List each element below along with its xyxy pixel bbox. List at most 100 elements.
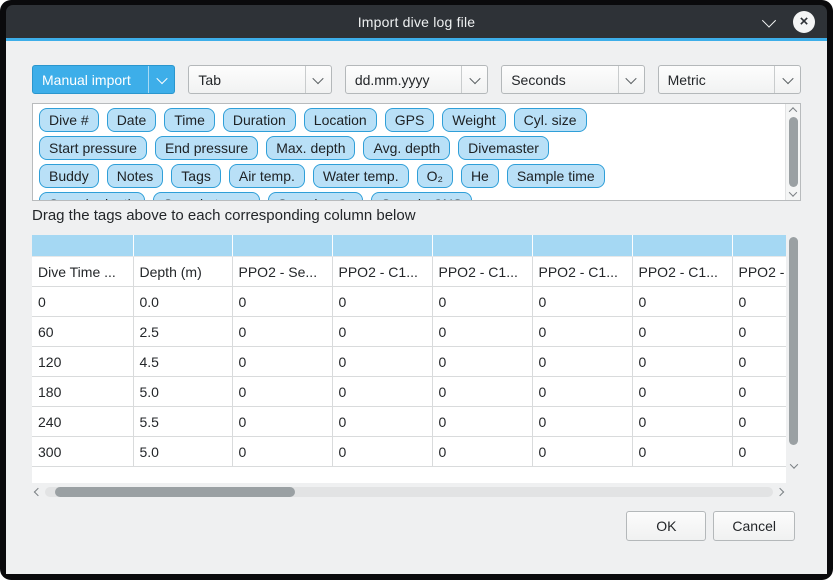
table-cell: 0 bbox=[432, 347, 532, 377]
tag-weight[interactable]: Weight bbox=[442, 108, 505, 132]
scrollbar-thumb[interactable] bbox=[789, 237, 798, 445]
dialog-buttons: OK Cancel bbox=[626, 511, 795, 541]
tag-notes[interactable]: Notes bbox=[107, 164, 164, 188]
table-header-row: Dive Time ...Depth (m)PPO2 - Se...PPO2 -… bbox=[32, 257, 786, 287]
titlebar[interactable]: Import dive log file × bbox=[6, 5, 827, 38]
table-cell: 0 bbox=[232, 437, 332, 467]
tag-duration[interactable]: Duration bbox=[223, 108, 296, 132]
drop-cell[interactable] bbox=[632, 235, 732, 257]
tag-water-temp[interactable]: Water temp. bbox=[313, 164, 409, 188]
scroll-down-icon[interactable] bbox=[789, 460, 797, 468]
drop-cell[interactable] bbox=[232, 235, 332, 257]
ok-button[interactable]: OK bbox=[626, 511, 706, 541]
dialog-window: Import dive log file × Manual import Tab d… bbox=[0, 0, 833, 580]
scroll-up-icon[interactable] bbox=[789, 107, 797, 115]
tag-sample-temp[interactable]: Sample temp. bbox=[153, 192, 259, 200]
tag-row: Start pressure End pressure Max. depth Avg.… bbox=[39, 136, 781, 160]
tag-dive[interactable]: Dive # bbox=[39, 108, 99, 132]
cancel-button[interactable]: Cancel bbox=[713, 511, 795, 541]
table-cell: 5.0 bbox=[133, 377, 232, 407]
table-cell: 0 bbox=[332, 287, 432, 317]
combo-value: Metric bbox=[659, 72, 774, 88]
close-button[interactable]: × bbox=[793, 11, 815, 33]
table-row: 602.5000000 bbox=[32, 317, 786, 347]
scroll-right-icon[interactable] bbox=[776, 487, 784, 495]
combo-manual-import[interactable]: Manual import bbox=[32, 65, 175, 94]
tag-row: Sample depth Sample temp. Sample pO₂ Sample… bbox=[39, 192, 781, 200]
tag-start-pressure[interactable]: Start pressure bbox=[39, 136, 147, 160]
tag-avg-depth[interactable]: Avg. depth bbox=[363, 136, 450, 160]
scrollbar-track[interactable] bbox=[45, 487, 773, 497]
table-cell: 0 bbox=[432, 287, 532, 317]
import-table-viewport: Dive Time ...Depth (m)PPO2 - Se...PPO2 -… bbox=[32, 235, 786, 483]
chevron-down-icon bbox=[774, 66, 800, 93]
tag-row: Buddy Notes Tags Air temp. Water temp. O₂ He Sa… bbox=[39, 164, 781, 188]
drop-cell[interactable] bbox=[732, 235, 786, 257]
tag-time[interactable]: Time bbox=[164, 108, 215, 132]
table-cell: 0 bbox=[232, 377, 332, 407]
tag-o[interactable]: O₂ bbox=[417, 164, 453, 188]
titlebar-menu-button[interactable] bbox=[761, 14, 777, 30]
combo-metric[interactable]: Metric bbox=[658, 65, 801, 94]
scroll-left-icon[interactable] bbox=[34, 487, 42, 495]
tag-divemaster[interactable]: Divemaster bbox=[458, 136, 549, 160]
scroll-down-icon[interactable] bbox=[789, 188, 797, 196]
scrollbar-thumb[interactable] bbox=[55, 487, 295, 497]
tag-location[interactable]: Location bbox=[304, 108, 377, 132]
tag-row: Dive # Date Time Duration Location GPS Weight C… bbox=[39, 108, 781, 132]
tag-end-pressure[interactable]: End pressure bbox=[155, 136, 258, 160]
drop-cell[interactable] bbox=[32, 235, 133, 257]
tag-gps[interactable]: GPS bbox=[385, 108, 435, 132]
instruction-text: Drag the tags above to each correspondin… bbox=[32, 207, 416, 224]
column-header: Depth (m) bbox=[133, 257, 232, 287]
dialog-content: Manual importTabdd.mm.yyyySecondsMetric … bbox=[6, 41, 827, 574]
format-toolbar: Manual import Tab dd.mm.yyyy Seconds Metric bbox=[32, 65, 801, 94]
table-cell: 0 bbox=[332, 407, 432, 437]
tag-he[interactable]: He bbox=[461, 164, 499, 188]
tag-pool: Dive # Date Time Duration Location GPS Weight C… bbox=[33, 104, 785, 200]
table-cell: 0 bbox=[232, 317, 332, 347]
column-header: PPO2 - C1... bbox=[532, 257, 632, 287]
table-cell: 0 bbox=[732, 437, 786, 467]
scrollbar-thumb[interactable] bbox=[789, 117, 798, 187]
drop-cell[interactable] bbox=[133, 235, 232, 257]
table-cell: 0 bbox=[332, 437, 432, 467]
table-cell: 0 bbox=[632, 377, 732, 407]
table-cell: 0 bbox=[232, 407, 332, 437]
window-title: Import dive log file bbox=[358, 14, 476, 30]
tag-sample-po[interactable]: Sample pO₂ bbox=[268, 192, 363, 200]
tag-sample-depth[interactable]: Sample depth bbox=[39, 192, 145, 200]
chevron-down-icon bbox=[148, 66, 174, 93]
tag-buddy[interactable]: Buddy bbox=[39, 164, 99, 188]
tag-cyl-size[interactable]: Cyl. size bbox=[514, 108, 587, 132]
tag-sample-cns[interactable]: Sample CNS bbox=[371, 192, 472, 200]
combo-dd-mm-yyyy[interactable]: dd.mm.yyyy bbox=[345, 65, 488, 94]
chevron-down-icon bbox=[618, 66, 644, 93]
table-horizontal-scrollbar[interactable] bbox=[32, 483, 786, 498]
tag-air-temp[interactable]: Air temp. bbox=[229, 164, 305, 188]
combo-tab[interactable]: Tab bbox=[188, 65, 331, 94]
tag-max-depth[interactable]: Max. depth bbox=[266, 136, 355, 160]
chevron-down-icon bbox=[461, 66, 487, 93]
tag-sample-time[interactable]: Sample time bbox=[507, 164, 605, 188]
chevron-down-icon bbox=[305, 66, 331, 93]
table-cell: 180 bbox=[32, 377, 133, 407]
tag-date[interactable]: Date bbox=[107, 108, 157, 132]
drop-cell[interactable] bbox=[332, 235, 432, 257]
table-cell: 5.5 bbox=[133, 407, 232, 437]
table-cell: 0 bbox=[32, 287, 133, 317]
chevron-down-icon bbox=[762, 13, 776, 27]
table-cell: 60 bbox=[32, 317, 133, 347]
drop-cell[interactable] bbox=[432, 235, 532, 257]
combo-value: Tab bbox=[189, 72, 304, 88]
table-cell: 0 bbox=[332, 317, 432, 347]
table-cell: 4.5 bbox=[133, 347, 232, 377]
column-header: PPO2 - C1... bbox=[732, 257, 786, 287]
combo-seconds[interactable]: Seconds bbox=[501, 65, 644, 94]
table-vertical-scrollbar[interactable] bbox=[786, 235, 801, 483]
tag-pool-scrollbar[interactable] bbox=[785, 104, 800, 200]
tag-tags[interactable]: Tags bbox=[171, 164, 221, 188]
tag-pool-box: Dive # Date Time Duration Location GPS Weight C… bbox=[32, 103, 801, 201]
drop-cell[interactable] bbox=[532, 235, 632, 257]
table-cell: 0 bbox=[232, 347, 332, 377]
